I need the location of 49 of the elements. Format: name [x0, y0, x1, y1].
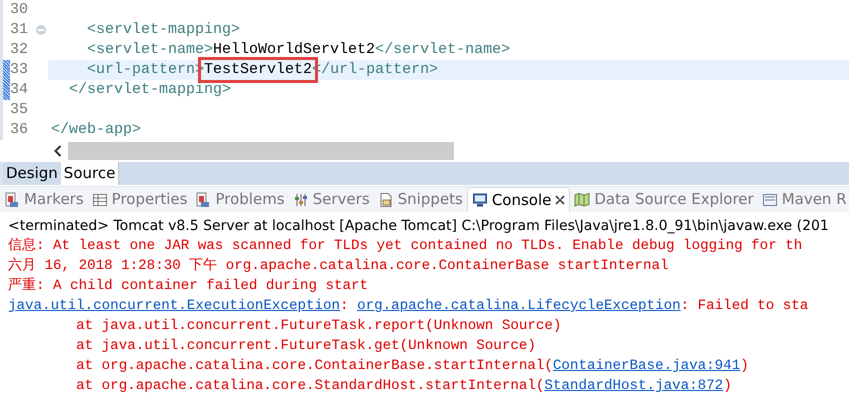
console-text: ) [723, 378, 732, 394]
line-number: 34 [10, 80, 30, 100]
view-tab[interactable]: Properties [88, 187, 192, 212]
monitor-icon [472, 192, 488, 208]
editor-tab[interactable]: Design [3, 162, 61, 185]
line-number: 35 [10, 100, 30, 120]
view-tab[interactable]: Snippets [374, 187, 467, 212]
xml-tag: </servlet-name> [375, 41, 510, 58]
view-tab[interactable]: Data Source Explorer [570, 187, 758, 212]
element-text: HelloWorldServlet2 [213, 41, 376, 58]
line-number: 32 [10, 40, 30, 60]
marker-icon [195, 192, 212, 208]
line-number: 33 [10, 60, 30, 80]
console-text: at org.apache.catalina.core.ContainerBase.startInternal( [75, 358, 553, 374]
console-header: <terminated> Tomcat v8.5 Server at localhost [Apache Tomcat] C:\Program Files\Java\jre1.8.0_91\bin\javaw.exe (201 [8, 217, 830, 236]
server-icon [292, 192, 309, 208]
list-icon [762, 192, 778, 208]
console-line: 信息: At least one JAR was scanned for TLDs yet contained no TLDs. Enable debug logging for th [8, 236, 804, 256]
console-line: at java.util.concurrent.FutureTask.report(Unknown Source) [75, 317, 562, 336]
console-line: at java.util.concurrent.FutureTask.get(Unknown Source) [75, 337, 537, 356]
console-line: 六月 16, 2018 1:28:30 下午 org.apache.catalina.core.ContainerBase startInternal [8, 256, 670, 276]
marker-icon [4, 192, 20, 208]
close-icon[interactable] [555, 195, 566, 205]
xml-tag: </web-app> [51, 121, 142, 138]
stack-trace-link[interactable]: StandardHost.java:872 [544, 378, 724, 394]
console-text: : Failed to sta [680, 298, 808, 314]
line-number: 30 [10, 0, 30, 20]
view-tab[interactable]: Markers [0, 187, 88, 212]
line-number: 31 [10, 20, 30, 40]
xml-tag: </servlet-mapping> [51, 81, 232, 98]
console-text: : [340, 298, 350, 314]
map-icon [574, 192, 590, 208]
stack-trace-link[interactable]: java.util.concurrent.ExecutionException [8, 298, 340, 314]
console-line: 严重: A child container failed during start [8, 276, 370, 296]
stack-trace-link[interactable]: org.apache.catalina.LifecycleException [357, 298, 681, 314]
view-tab[interactable]: Servers [288, 187, 374, 212]
console-text: at org.apache.catalina.core.StandardHost.startInternal( [75, 378, 544, 394]
stack-trace-link[interactable]: ContainerBase.java:941 [552, 358, 740, 374]
document-icon [378, 192, 394, 208]
view-tab[interactable]: Console [466, 187, 570, 212]
view-tab[interactable]: Maven R [758, 187, 849, 212]
xml-tag: <servlet-mapping> [51, 21, 240, 38]
view-tab[interactable]: Problems [191, 187, 289, 212]
console-text: ) [740, 358, 749, 374]
editor-tab[interactable]: Source [60, 162, 120, 185]
scrollbar-thumb[interactable] [68, 142, 454, 160]
table-icon [92, 192, 108, 208]
xml-tag: <servlet-name> [51, 41, 214, 58]
line-number: 36 [10, 120, 30, 140]
